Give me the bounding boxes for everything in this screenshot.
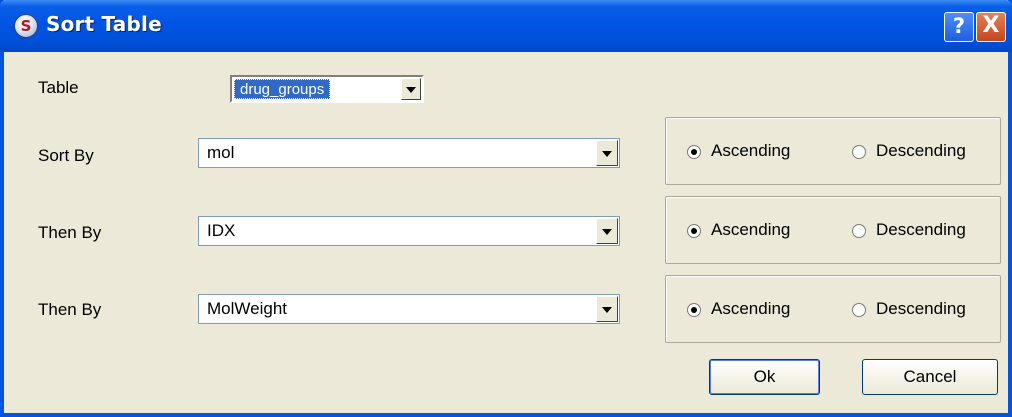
sort-by-select[interactable]: mol [198,138,620,168]
window-title: Sort Table [46,12,162,36]
ascending-radio-3[interactable] [687,303,701,317]
sort-order-group-3: Ascending Descending [665,275,1001,343]
descending-radio-1[interactable] [852,145,866,159]
descending-label-2[interactable]: Descending [876,220,966,240]
descending-radio-3[interactable] [852,303,866,317]
help-button[interactable]: ? [944,12,974,42]
title-bar[interactable]: Sort Table ? X [0,0,1012,52]
ascending-radio-1[interactable] [687,145,701,159]
ascending-radio-2[interactable] [687,224,701,238]
cancel-button[interactable]: Cancel [862,359,998,395]
sort-order-group-2: Ascending Descending [665,196,1001,264]
descending-label-1[interactable]: Descending [876,141,966,161]
then-by-value-2: MolWeight [207,299,287,318]
ascending-label-2[interactable]: Ascending [711,220,790,240]
chevron-down-icon[interactable] [596,140,618,166]
sort-table-dialog: Sort Table ? X Table drug_groups Sort By… [0,0,1012,417]
table-select-value: drug_groups [234,79,331,99]
then-by-label-2: Then By [38,300,102,319]
then-by-label-1: Then By [38,223,102,242]
chevron-down-icon[interactable] [596,296,618,322]
descending-label-3[interactable]: Descending [876,299,966,319]
then-by-value-1: IDX [207,221,236,240]
sort-by-value: mol [207,143,235,162]
ok-button[interactable]: Ok [709,359,820,395]
sort-order-group-1: Ascending Descending [665,117,1001,185]
ascending-label-1[interactable]: Ascending [711,141,790,161]
app-icon [14,14,38,38]
then-by-select-1[interactable]: IDX [198,216,620,246]
table-label: Table [38,78,79,97]
sort-by-label: Sort By [38,146,94,165]
close-button[interactable]: X [976,12,1006,42]
chevron-down-icon[interactable] [401,78,421,100]
then-by-select-2[interactable]: MolWeight [198,294,620,324]
descending-radio-2[interactable] [852,224,866,238]
table-select[interactable]: drug_groups [230,75,424,103]
chevron-down-icon[interactable] [596,218,618,244]
ascending-label-3[interactable]: Ascending [711,299,790,319]
